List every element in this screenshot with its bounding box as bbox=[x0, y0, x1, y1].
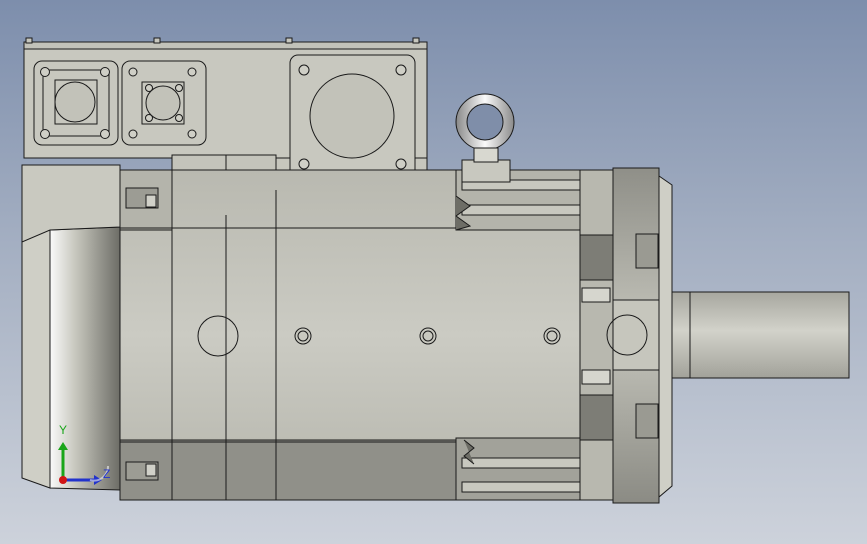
motor-model[interactable] bbox=[0, 0, 867, 544]
axis-y-label: Y bbox=[59, 423, 68, 437]
cooling-fins-bottom bbox=[455, 437, 581, 501]
shaft-icon bbox=[671, 291, 850, 379]
axis-z-label: Z bbox=[103, 467, 111, 481]
lifting-eye-bolt-icon bbox=[455, 93, 515, 183]
connector-socket-large-1 bbox=[33, 60, 119, 146]
axis-triad: Y Z bbox=[50, 420, 120, 490]
connector-socket-large-2 bbox=[289, 54, 416, 181]
connector-socket-small-1 bbox=[121, 60, 207, 146]
graphics-viewport[interactable]: Y Z bbox=[0, 0, 867, 544]
front-flange bbox=[579, 167, 673, 504]
